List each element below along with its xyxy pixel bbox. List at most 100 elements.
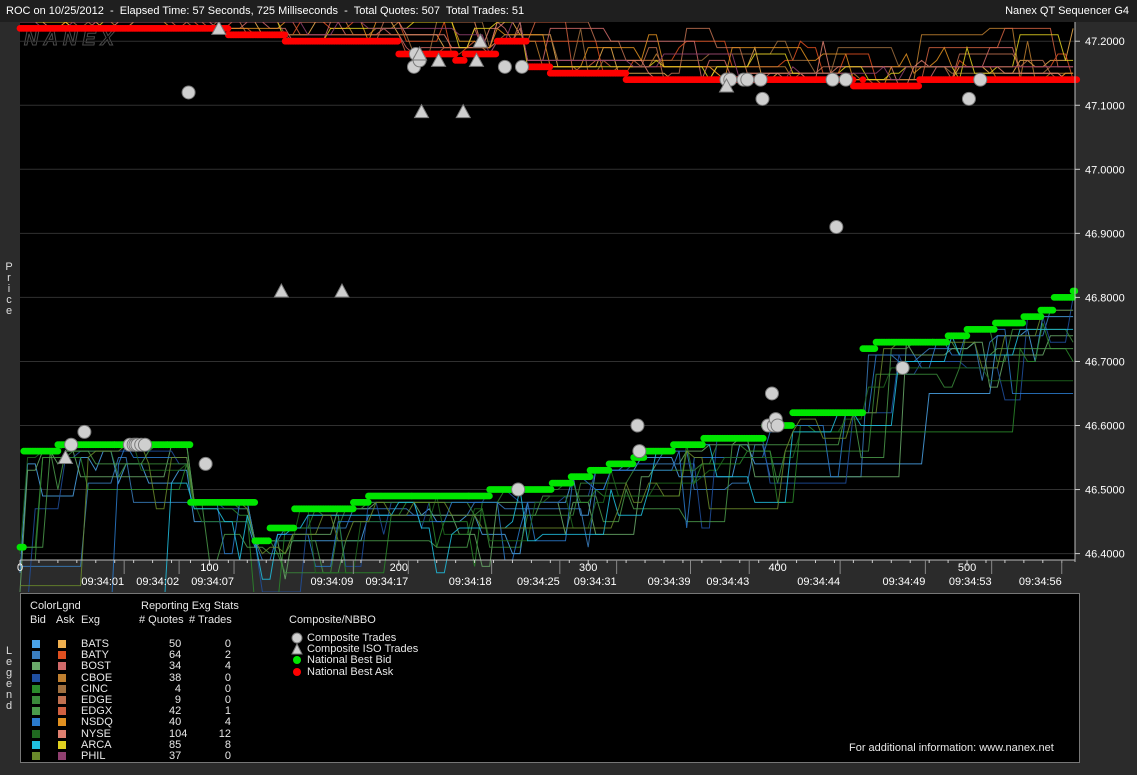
time-label: 09:34:07 xyxy=(191,576,234,588)
legend-colorlgnd-header: ColorLgnd xyxy=(30,600,81,612)
time-label: 09:34:02 xyxy=(136,576,179,588)
legend-exg-name: EDGE xyxy=(81,694,113,706)
bid-color-swatch xyxy=(32,673,40,682)
legend-exg-name: EDGX xyxy=(81,705,113,718)
national-best-bid-dot xyxy=(990,326,998,333)
y-tick-label: 46.6000 xyxy=(1085,421,1125,433)
bid-color-swatch xyxy=(32,640,40,648)
legend-exg-trades: 0 xyxy=(224,694,231,706)
time-label: 09:34:53 xyxy=(949,576,992,588)
time-label: 09:34:01 xyxy=(81,576,124,588)
y-tick-label: 46.5000 xyxy=(1085,485,1125,497)
ask-color-swatch xyxy=(58,696,66,704)
national-best-bid-dot xyxy=(788,422,795,429)
ask-color-swatch xyxy=(58,662,66,671)
composite-trade-marker xyxy=(64,437,79,452)
national-best-bid-dot xyxy=(54,447,62,455)
time-label: 09:34:43 xyxy=(706,576,749,588)
legend-exg-trades: 0 xyxy=(224,671,231,684)
ask-color-swatch xyxy=(58,684,66,693)
chart-title: ROC on 10/25/2012 - Elapsed Time: 57 Sec… xyxy=(6,5,525,17)
national-best-ask-dot xyxy=(622,69,630,77)
x-axis: 0 100 200 300 400 500 09:34:01 09:34:02 09:34:07… xyxy=(17,559,1075,588)
composite-trade-marker xyxy=(764,386,779,401)
national-best-bid-dot xyxy=(290,524,298,532)
composite-trade-marker xyxy=(829,219,844,234)
y-tick-label: 46.7000 xyxy=(1085,356,1125,368)
legend-marker-icon xyxy=(291,666,303,681)
ask-color-swatch xyxy=(58,752,66,760)
price-chart: NANEX 47.200047.100047.000046.900046.800… xyxy=(16,22,1125,592)
national-best-ask-dot xyxy=(859,76,867,83)
composite-trade-marker xyxy=(838,72,853,87)
bid-color-swatch xyxy=(32,696,40,704)
time-label: 09:34:49 xyxy=(883,576,926,588)
ask-color-swatch xyxy=(58,673,66,682)
legend-stats-header: Reporting Exg Stats xyxy=(141,600,239,612)
legend-col-ask: Ask xyxy=(56,614,75,626)
legend-exg-name: BATS xyxy=(81,638,109,650)
composite-trade-marker xyxy=(961,91,976,106)
legend-side-label: Legend xyxy=(5,645,13,712)
legend-col-exg: Exg xyxy=(81,614,100,626)
composite-trade-marker xyxy=(825,72,840,87)
composite-trade-marker xyxy=(77,424,92,439)
national-best-ask-dot xyxy=(492,50,500,58)
national-best-bid-dot xyxy=(364,499,372,506)
national-best-bid-dot xyxy=(547,486,555,493)
legend-exg-quotes: 40 xyxy=(169,716,182,729)
national-best-bid-dot xyxy=(349,505,357,513)
national-best-ask-dot xyxy=(1073,76,1081,83)
y-tick-label: 47.1000 xyxy=(1085,100,1125,112)
bid-color-swatch xyxy=(32,752,40,760)
composite-title: Composite/NBBO xyxy=(289,614,376,626)
composite-trade-marker xyxy=(497,59,512,74)
y-tick-label: 47.0000 xyxy=(1085,164,1125,176)
ask-color-swatch xyxy=(58,707,66,716)
national-best-bid-dot xyxy=(629,460,637,468)
legend-exg-name: ARCA xyxy=(81,738,112,751)
legend-item-label: Composite Trades xyxy=(307,632,397,644)
composite-trade-marker xyxy=(973,72,988,87)
legend-exg-trades: 0 xyxy=(224,638,231,650)
legend-exg-name: NSDQ xyxy=(81,716,113,729)
legend-exg-trades: 12 xyxy=(218,727,231,740)
national-best-bid-dot xyxy=(186,441,194,449)
x-tick-label: 200 xyxy=(390,562,408,574)
legend-exg-name: CINC xyxy=(81,682,108,695)
legend-exg-trades: 0 xyxy=(224,682,231,695)
legend-item-label: Composite ISO Trades xyxy=(307,643,419,656)
plot-background xyxy=(20,22,1075,560)
legend-exg-trades: 8 xyxy=(224,738,231,751)
legend-exg-trades: 0 xyxy=(224,750,231,762)
national-best-ask-dot xyxy=(522,37,530,45)
national-best-bid-dot xyxy=(265,537,272,545)
legend-exg-trades: 4 xyxy=(224,716,231,729)
national-best-bid-dot xyxy=(1037,313,1045,320)
legend-exg-name: BOST xyxy=(81,660,111,673)
national-best-bid-dot xyxy=(1049,306,1057,314)
x-tick-label: 400 xyxy=(768,562,786,574)
time-label: 09:34:17 xyxy=(365,576,408,588)
legend-col-trades: # Trades xyxy=(189,614,232,626)
legend-exg-name: PHIL xyxy=(81,750,106,762)
composite-trade-marker xyxy=(514,59,529,74)
title-bar: ROC on 10/25/2012 - Elapsed Time: 57 Sec… xyxy=(0,0,1137,22)
legend-exg-trades: 4 xyxy=(224,660,231,673)
ask-color-swatch xyxy=(58,729,66,738)
national-best-ask-dot xyxy=(915,82,923,90)
composite-trade-marker xyxy=(755,91,770,106)
legend-item-label: National Best Bid xyxy=(307,654,392,667)
national-best-bid-dot xyxy=(668,447,676,455)
ask-color-swatch xyxy=(58,740,66,749)
y-axis: 47.2000 47.1000 47.0000 46.9000 46.8000 46.70… xyxy=(1074,22,1125,562)
composite-trade-marker xyxy=(630,418,645,433)
national-best-bid-dot xyxy=(859,409,867,417)
national-best-ask-dot xyxy=(546,63,554,71)
national-best-bid-dot xyxy=(605,466,613,474)
legend-exg-trades: 2 xyxy=(224,649,231,662)
composite-trade-marker xyxy=(770,418,785,433)
composite-trade-marker xyxy=(740,72,755,87)
composite-trade-marker xyxy=(753,72,768,87)
national-best-ask-dot xyxy=(460,57,468,64)
